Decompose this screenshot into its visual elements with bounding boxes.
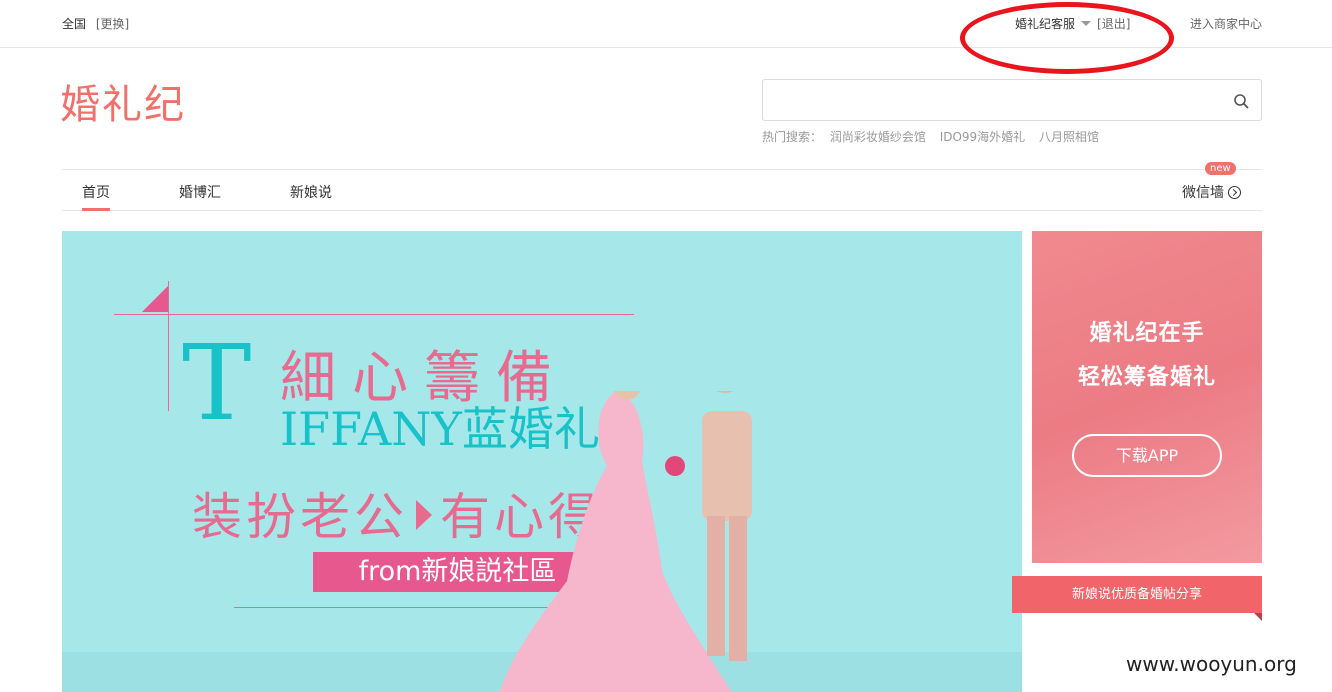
search-input[interactable] [763,80,1261,120]
play-triangle-icon [416,500,432,530]
hero-banner[interactable]: T 細心籌備 IFFANY蓝婚礼 装扮老公 有心得 from新娘説社區 [62,231,1022,692]
couple-photo [499,391,752,692]
chevron-right-circle-icon [1228,186,1241,199]
banner-tagline-a: 装扮老公 [192,488,408,546]
wechat-wall-label: 微信墙 [1182,185,1224,201]
nav-item-home[interactable]: 首页 [82,182,110,211]
new-badge: new [1205,162,1236,175]
bride-talk-share-ribbon[interactable]: 新娘说优质备婚帖分享 [1012,576,1262,613]
change-region-link[interactable]: [更换] [96,17,129,31]
nav-item-wechat-wall[interactable]: 微信墙 [1182,182,1241,202]
hot-search-link[interactable]: 润尚彩妆婚纱会馆 [830,130,926,144]
nav-item-expo[interactable]: 婚博汇 [179,182,221,202]
banner-rule [168,281,169,411]
ribbon-fold [1254,613,1262,621]
ad-line1: 婚礼纪在手 [1089,320,1205,346]
app-download-ad[interactable]: 婚礼纪在手 轻松筹备婚礼 下载APP [1032,231,1262,563]
hot-search-link[interactable]: IDO99海外婚礼 [940,130,1026,144]
annotation-circle [960,2,1174,74]
search-box [762,79,1262,121]
banner-corner-triangle [142,286,168,312]
ad-line2: 轻松筹备婚礼 [1077,364,1216,390]
region-selector: 全国 [更换] [62,15,129,32]
main-nav: 首页 婚博汇 新娘说 new 微信墙 [62,162,1262,211]
search-icon[interactable] [1233,93,1249,109]
site-logo[interactable]: 婚礼纪 [60,72,186,130]
download-app-button[interactable]: 下载APP [1072,434,1222,477]
banner-rule [114,314,634,315]
hot-search-link[interactable]: 八月照相馆 [1039,130,1099,144]
merchant-center-link[interactable]: 进入商家中心 [1190,15,1262,32]
region-label: 全国 [62,17,87,31]
hot-search-label: 热门搜索： [762,130,823,144]
hot-searches: 热门搜索： 润尚彩妆婚纱会馆 IDO99海外婚礼 八月照相馆 [762,128,1109,145]
watermark-text: www.wooyun.org [1126,652,1297,676]
banner-big-letter: T [182,322,252,444]
nav-item-bride-talk[interactable]: 新娘说 [290,182,332,202]
